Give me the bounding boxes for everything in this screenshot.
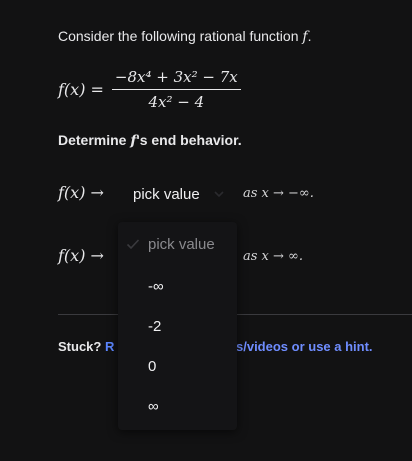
dropdown-option-zero[interactable]: 0 (148, 358, 156, 375)
determine-suffix: 's end behavior. (136, 132, 242, 148)
chevron-down-icon (214, 191, 224, 198)
row1-label: f(x) → (58, 183, 104, 202)
row1-select-value: pick value (133, 185, 200, 203)
exercise-page: Consider the following rational function… (0, 0, 412, 461)
determine-prefix: Determine (58, 132, 131, 148)
help-link-end[interactable]: s/videos or use a hint. (236, 339, 373, 354)
fraction-denominator: 4x² − 4 (148, 93, 205, 111)
rational-function-formula: f(x) = −8x⁴ + 3x² − 7x 4x² − 4 (58, 68, 241, 111)
row1-condition: as x → −∞. (243, 186, 314, 201)
dropdown-option-negative-infinity[interactable]: -∞ (148, 278, 164, 295)
dropdown-option-negative-two[interactable]: -2 (148, 318, 161, 335)
fraction: −8x⁴ + 3x² − 7x 4x² − 4 (111, 68, 241, 111)
question-prompt: Consider the following rational function… (58, 28, 311, 45)
prompt-suffix: . (307, 28, 312, 44)
row2-condition: as x → ∞. (243, 249, 304, 264)
fraction-numerator: −8x⁴ + 3x² − 7x (111, 68, 241, 90)
row2-label: f(x) → (58, 246, 104, 265)
row1-value-select[interactable]: pick value (126, 178, 234, 210)
value-dropdown-menu: pick value -∞ -2 0 ∞ (118, 222, 237, 430)
formula-lhs: f(x) = (58, 80, 104, 99)
prompt-prefix: Consider the following rational function (58, 28, 303, 44)
dropdown-option-infinity[interactable]: ∞ (148, 398, 159, 415)
stuck-label: Stuck? (58, 339, 102, 354)
help-link-start[interactable]: R (105, 339, 114, 354)
help-line: Stuck? R (58, 339, 114, 354)
dropdown-option-pick-value[interactable]: pick value (148, 236, 215, 253)
check-icon (126, 239, 140, 250)
determine-instruction: Determine f's end behavior. (58, 132, 242, 149)
